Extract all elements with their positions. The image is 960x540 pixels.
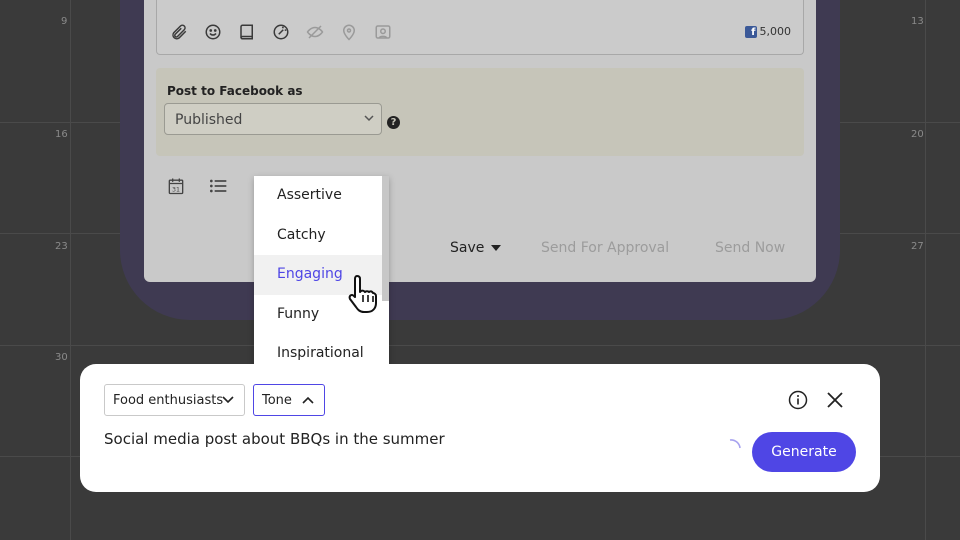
help-icon[interactable]: ? <box>387 116 400 129</box>
magic-icon[interactable] <box>271 22 291 42</box>
eye-off-icon[interactable] <box>305 22 325 42</box>
character-counter: f 5,000 <box>744 25 792 38</box>
calendar-day: 9 <box>61 16 68 27</box>
tone-select[interactable]: Tone <box>253 384 325 416</box>
image-icon[interactable] <box>373 22 393 42</box>
select-value: Published <box>175 112 243 128</box>
save-button[interactable]: Save <box>450 240 501 256</box>
caret-down-icon <box>490 245 501 251</box>
location-icon[interactable] <box>339 22 359 42</box>
chevron-down-icon <box>364 115 374 122</box>
schedule-toolbar: 31 <box>166 176 228 196</box>
list-icon[interactable] <box>208 176 228 196</box>
chevron-up-icon <box>302 396 314 404</box>
svg-text:31: 31 <box>172 186 180 193</box>
character-count: 5,000 <box>759 25 792 38</box>
calendar-icon[interactable]: 31 <box>166 176 186 196</box>
prompt-text[interactable]: Social media post about BBQs in the summ… <box>104 430 445 448</box>
calendar-day: 16 <box>55 129 68 140</box>
book-icon[interactable] <box>237 22 257 42</box>
close-icon[interactable] <box>826 391 844 409</box>
calendar-day: 23 <box>55 241 68 252</box>
emoji-icon[interactable] <box>203 22 223 42</box>
calendar-day: 27 <box>911 241 924 252</box>
spinner-icon <box>729 439 741 449</box>
send-for-approval-button[interactable]: Send For Approval <box>541 240 669 256</box>
ai-assist-panel: Food enthusiasts Tone Social media post … <box>80 364 880 492</box>
facebook-post-as-select[interactable]: Published <box>164 103 382 135</box>
audience-value: Food enthusiasts <box>113 393 224 408</box>
editor-toolbar <box>169 22 393 42</box>
calendar-day: 20 <box>911 129 924 140</box>
audience-select[interactable]: Food enthusiasts <box>104 384 245 416</box>
facebook-post-settings: Post to Facebook as Published ? <box>156 68 804 156</box>
tone-label: Tone <box>262 393 292 408</box>
facebook-post-as-label: Post to Facebook as <box>167 84 303 98</box>
info-icon[interactable] <box>788 390 808 410</box>
generate-button[interactable]: Generate <box>752 432 856 472</box>
post-composer-modal: f 5,000 Post to Facebook as Published ? … <box>144 0 816 282</box>
tone-option-catchy[interactable]: Catchy <box>254 216 389 256</box>
save-label: Save <box>450 240 485 256</box>
send-now-button[interactable]: Send Now <box>715 240 785 256</box>
post-editor[interactable]: f 5,000 <box>156 0 804 55</box>
tone-option-assertive[interactable]: Assertive <box>254 176 389 216</box>
calendar-day: 13 <box>911 16 924 27</box>
hand-cursor-icon <box>348 275 377 313</box>
calendar-day: 30 <box>55 352 68 363</box>
paperclip-icon[interactable] <box>169 22 189 42</box>
facebook-icon: f <box>744 25 757 38</box>
chevron-down-icon <box>222 396 234 404</box>
